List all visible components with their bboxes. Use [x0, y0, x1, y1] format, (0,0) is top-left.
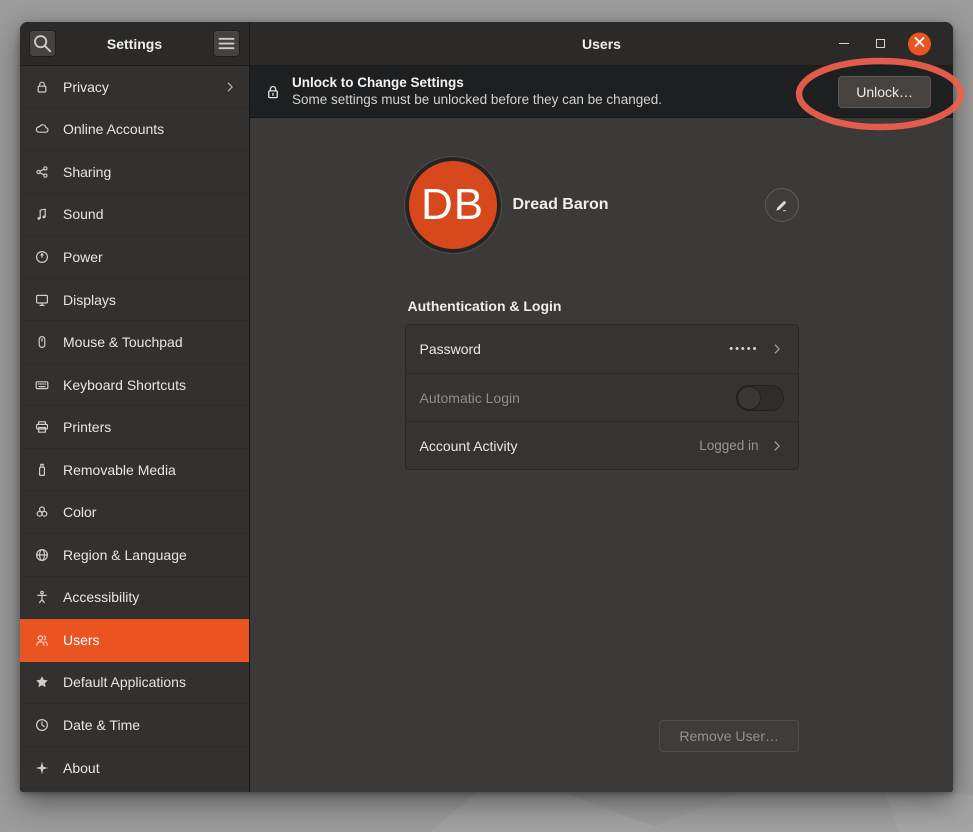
lock-icon: [34, 79, 50, 95]
user-name: Dread Baron: [513, 196, 609, 214]
maximize-button[interactable]: [869, 33, 891, 55]
account-activity-value: Logged in: [699, 438, 758, 453]
sidebar-item-default-applications[interactable]: Default Applications: [20, 662, 249, 705]
toggle-knob: [737, 386, 761, 410]
sidebar-item-date-time[interactable]: Date & Time: [20, 704, 249, 747]
search-button[interactable]: [29, 30, 56, 57]
sidebar-item-printers[interactable]: Printers: [20, 406, 249, 449]
sidebar-item-keyboard-shortcuts[interactable]: Keyboard Shortcuts: [20, 364, 249, 407]
sidebar: Settings Privacy Online Accounts Sharing So…: [20, 22, 250, 792]
page-title: Users: [582, 36, 621, 52]
sidebar-item-label: Date & Time: [63, 717, 237, 733]
user-card: DB Dread Baron: [405, 157, 799, 253]
banner-text: Unlock to Change Settings Some settings …: [292, 75, 662, 109]
sidebar-item-label: Privacy: [63, 79, 223, 95]
sidebar-item-sharing[interactable]: Sharing: [20, 151, 249, 194]
banner-subtitle: Some settings must be unlocked before th…: [292, 92, 662, 109]
sidebar-item-color[interactable]: Color: [20, 491, 249, 534]
sidebar-item-users[interactable]: Users: [20, 619, 249, 662]
auth-section-title: Authentication & Login: [405, 298, 799, 314]
chevron-right-icon: [223, 80, 237, 94]
color-icon: [34, 504, 50, 520]
sidebar-item-online-accounts[interactable]: Online Accounts: [20, 109, 249, 152]
sidebar-item-displays[interactable]: Displays: [20, 279, 249, 322]
sidebar-item-label: About: [63, 760, 237, 776]
maximize-icon: [876, 39, 885, 48]
close-button[interactable]: [908, 32, 931, 55]
hamburger-menu-icon: [214, 31, 239, 56]
sidebar-item-label: Removable Media: [63, 462, 237, 478]
sidebar-item-label: Users: [63, 632, 237, 648]
automatic-login-toggle[interactable]: [736, 385, 784, 411]
titlebar[interactable]: Users: [250, 22, 953, 66]
sidebar-item-sound[interactable]: Sound: [20, 194, 249, 237]
lock-icon: [264, 83, 282, 101]
star-icon: [34, 674, 50, 690]
power-icon: [34, 249, 50, 265]
menu-button[interactable]: [213, 30, 240, 57]
sidebar-item-label: Mouse & Touchpad: [63, 334, 237, 350]
clock-icon: [34, 717, 50, 733]
mouse-icon: [34, 334, 50, 350]
sidebar-item-mouse-touchpad[interactable]: Mouse & Touchpad: [20, 321, 249, 364]
sparkle-icon: [34, 760, 50, 776]
minimize-button[interactable]: [833, 33, 855, 55]
globe-icon: [34, 547, 50, 563]
sidebar-item-accessibility[interactable]: Accessibility: [20, 577, 249, 620]
sidebar-item-label: Sound: [63, 206, 237, 222]
sidebar-item-label: Power: [63, 249, 237, 265]
password-value: •••••: [729, 343, 758, 355]
minimize-icon: [839, 43, 849, 44]
display-icon: [34, 292, 50, 308]
sidebar-item-label: Color: [63, 504, 237, 520]
sidebar-item-power[interactable]: Power: [20, 236, 249, 279]
sidebar-item-label: Keyboard Shortcuts: [63, 377, 237, 393]
keyboard-icon: [34, 377, 50, 393]
main-pane: Users Unlock to Change Settings Some set…: [250, 22, 953, 792]
sidebar-item-about[interactable]: About: [20, 747, 249, 790]
remove-user-button[interactable]: Remove User…: [659, 720, 799, 752]
sidebar-item-label: Default Applications: [63, 674, 237, 690]
automatic-login-row: Automatic Login: [406, 373, 798, 421]
banner-title: Unlock to Change Settings: [292, 75, 662, 92]
sidebar-item-label: Region & Language: [63, 547, 237, 563]
unlock-button[interactable]: Unlock…: [838, 76, 931, 108]
sidebar-item-label: Online Accounts: [63, 121, 237, 137]
search-icon: [30, 31, 55, 56]
sidebar-item-region-language[interactable]: Region & Language: [20, 534, 249, 577]
password-row[interactable]: Password •••••: [406, 325, 798, 373]
chevron-right-icon: [770, 439, 784, 453]
user-avatar[interactable]: DB: [405, 157, 501, 253]
usb-icon: [34, 462, 50, 478]
accessibility-icon: [34, 589, 50, 605]
account-activity-row[interactable]: Account Activity Logged in: [406, 421, 798, 469]
sidebar-item-label: Sharing: [63, 164, 237, 180]
sidebar-list: Privacy Online Accounts Sharing Sound Power D…: [20, 66, 249, 792]
auth-listbox: Password ••••• Automatic Login Accou: [405, 324, 799, 470]
share-icon: [34, 164, 50, 180]
account-activity-label: Account Activity: [420, 438, 518, 454]
users-icon: [34, 632, 50, 648]
sidebar-header: Settings: [20, 22, 249, 66]
sidebar-item-label: Displays: [63, 292, 237, 308]
sidebar-item-label: Accessibility: [63, 589, 237, 605]
unlock-banner: Unlock to Change Settings Some settings …: [250, 66, 953, 118]
pencil-icon: [774, 198, 789, 213]
sidebar-item-label: Printers: [63, 419, 237, 435]
sidebar-item-privacy[interactable]: Privacy: [20, 66, 249, 109]
users-panel-content: DB Dread Baron Authentication & Login Pa…: [250, 118, 953, 792]
password-label: Password: [420, 341, 481, 357]
cloud-icon: [34, 121, 50, 137]
note-icon: [34, 206, 50, 222]
rename-user-button[interactable]: [765, 188, 799, 222]
settings-window: Settings Privacy Online Accounts Sharing So…: [20, 22, 953, 792]
printer-icon: [34, 419, 50, 435]
automatic-login-label: Automatic Login: [420, 390, 520, 406]
sidebar-item-removable-media[interactable]: Removable Media: [20, 449, 249, 492]
chevron-right-icon: [770, 342, 784, 356]
close-icon: [914, 35, 925, 53]
